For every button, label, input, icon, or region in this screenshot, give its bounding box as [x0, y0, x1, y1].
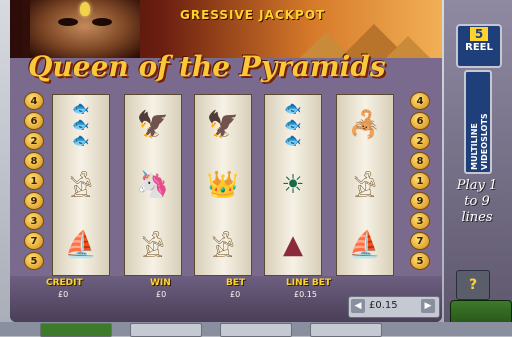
- multiline-text: MULTILINE: [470, 123, 479, 170]
- unicorn-icon: 🦄: [136, 170, 170, 200]
- payline-marker[interactable]: 3: [410, 212, 430, 230]
- reel-label: REEL: [465, 42, 493, 53]
- eye-right: [92, 18, 112, 26]
- fish-icon: 🐟 🐟 🐟: [72, 101, 90, 149]
- payline-marker[interactable]: 8: [410, 152, 430, 170]
- reel-4: 🐟 🐟 🐟 ☀ ▲: [264, 94, 322, 276]
- payline-marker[interactable]: 7: [24, 232, 44, 250]
- game-title: Queen of the Pyramids: [28, 50, 386, 83]
- seated-figure-icon: 𓀀: [211, 234, 235, 264]
- win-value: £0: [156, 290, 167, 299]
- help-button[interactable]: ?: [456, 270, 490, 300]
- seated-figure-icon: 𓀀: [69, 174, 93, 204]
- payline-marker[interactable]: 9: [24, 192, 44, 210]
- play-lines-text: Play 1 to 9 lines: [456, 178, 498, 225]
- reel-5: 🦂 𓀀 ⛵: [336, 94, 394, 276]
- slot-machine: GRESSIVE JACKPOT Queen of the Pyramids 4…: [10, 0, 442, 322]
- reel-count: 5: [470, 27, 488, 41]
- progressive-jackpot-label: GRESSIVE JACKPOT: [180, 8, 326, 22]
- seated-figure-icon: 𓀀: [353, 174, 377, 204]
- pyramid-icon: ▲: [283, 230, 303, 260]
- payline-marker[interactable]: 2: [410, 132, 430, 150]
- win-label: WIN: [150, 278, 171, 288]
- credit-label: CREDIT: [46, 278, 83, 288]
- control-button[interactable]: [40, 323, 112, 337]
- videoslots-text: VIDEOSLOTS: [480, 113, 489, 170]
- falcon-icon: 🦅: [206, 110, 240, 140]
- payline-marker[interactable]: 3: [24, 212, 44, 230]
- sun-emblem-icon: ☀: [281, 170, 305, 200]
- pyramid-icon: [386, 36, 430, 58]
- payline-marker[interactable]: 9: [410, 192, 430, 210]
- stake-value: £0.15: [369, 300, 398, 311]
- bet-value: £0: [230, 290, 241, 299]
- payline-marker[interactable]: 4: [24, 92, 44, 110]
- scorpion-icon: 🦂: [348, 110, 382, 140]
- reel-1: 🐟 🐟 🐟 𓀀 ⛵: [52, 94, 110, 276]
- reel-area: 🐟 🐟 🐟 𓀀 ⛵ 🦅 🦄 𓀀 🦅 👑 𓀀 🐟 🐟 🐟 ☀ ▲ 🦂 𓀀 ⛵: [52, 94, 402, 276]
- payline-marker[interactable]: 6: [410, 112, 430, 130]
- control-button[interactable]: [310, 323, 382, 337]
- bet-label: BET: [226, 278, 246, 288]
- eye-left: [58, 18, 78, 26]
- reel-3: 🦅 👑 𓀀: [194, 94, 252, 276]
- fish-icon: 🐟 🐟 🐟: [284, 101, 302, 149]
- credit-value: £0: [58, 290, 69, 299]
- line-bet-value: £0.15: [294, 290, 317, 299]
- seated-figure-icon: 𓀀: [141, 234, 165, 264]
- control-button[interactable]: [220, 323, 292, 337]
- payline-marker[interactable]: 5: [24, 252, 44, 270]
- stake-decrease-button[interactable]: ◀: [351, 299, 365, 313]
- payline-marker[interactable]: 1: [24, 172, 44, 190]
- payline-markers-left: 4 6 2 8 1 9 3 7 5: [24, 92, 44, 272]
- payline-marker[interactable]: 6: [24, 112, 44, 130]
- stake-selector: ◀ £0.15 ▶: [348, 296, 440, 318]
- falcon-icon: 🦅: [136, 110, 170, 140]
- reel-2: 🦅 🦄 𓀀: [124, 94, 182, 276]
- payline-marker[interactable]: 5: [410, 252, 430, 270]
- jewel-icon: [80, 2, 90, 16]
- payline-marker[interactable]: 7: [410, 232, 430, 250]
- payline-marker[interactable]: 8: [24, 152, 44, 170]
- multiline-videoslots-badge: MULTILINE VIDEOSLOTS: [464, 70, 492, 174]
- line-bet-label: LINE BET: [286, 278, 332, 288]
- ship-icon: ⛵: [348, 230, 382, 260]
- ship-icon: ⛵: [64, 230, 98, 260]
- pharaoh-icon: 👑: [206, 170, 240, 200]
- bottom-control-bar: [0, 322, 512, 337]
- payline-marker[interactable]: 2: [24, 132, 44, 150]
- payline-marker[interactable]: 1: [410, 172, 430, 190]
- stake-increase-button[interactable]: ▶: [421, 299, 435, 313]
- reel-count-badge: 5 REEL: [456, 24, 502, 68]
- control-button[interactable]: [130, 323, 202, 337]
- payline-markers-right: 4 6 2 8 1 9 3 7 5: [410, 92, 430, 272]
- payline-marker[interactable]: 4: [410, 92, 430, 110]
